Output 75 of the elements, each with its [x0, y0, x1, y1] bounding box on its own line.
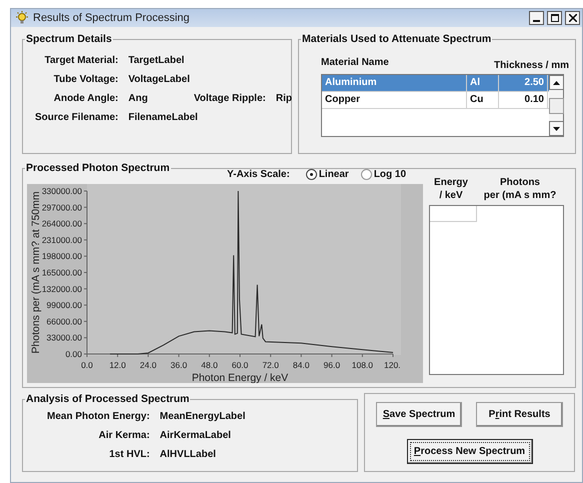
field-value: MeanEnergyLabel — [160, 411, 246, 423]
up-arrow-icon — [553, 80, 560, 84]
scale-label: Y-Axis Scale: — [227, 168, 290, 180]
x-tick-label: 72.0 — [262, 360, 279, 370]
field-label: Tube Voltage: — [52, 74, 118, 86]
scroll-up-button[interactable] — [549, 75, 564, 90]
x-tick-label: 120. — [384, 360, 401, 370]
panel-title: Spectrum Details — [25, 33, 113, 45]
scroll-down-button[interactable] — [549, 121, 564, 136]
y-tick-label: 165000.00 — [42, 268, 82, 278]
table-cell: Copper — [322, 92, 467, 108]
materials-list[interactable]: Aluminium Al 2.50 Copper Cu 0.10 — [321, 74, 564, 137]
x-tick-label: 24.0 — [140, 360, 156, 370]
x-tick-label: 12.0 — [109, 360, 126, 370]
window-title: Results of Spectrum Processing — [33, 12, 191, 24]
field-label: Target Material: — [44, 55, 118, 67]
action-button[interactable]: Print Results — [476, 402, 563, 427]
field-value: VoltageLabel — [128, 74, 190, 86]
y-tick-label: 99000.00 — [46, 300, 82, 310]
table-cell: Al — [467, 75, 499, 91]
table-cell: Cu — [467, 92, 499, 108]
panel-title: Processed Photon Spectrum — [25, 162, 171, 174]
scroll-thumb[interactable] — [549, 98, 564, 114]
x-tick-label: 60.0 — [232, 360, 248, 370]
down-arrow-icon — [553, 126, 560, 130]
action-button[interactable]: Process New Spectrum — [406, 439, 532, 464]
y-tick-label: 33000.00 — [46, 332, 82, 343]
field-value: Ang — [128, 93, 148, 105]
close-icon — [568, 14, 576, 22]
field-value: FilenameLabel — [128, 112, 198, 124]
panel-title: Analysis of Processed Spectrum — [25, 393, 190, 405]
table-cell — [430, 206, 476, 222]
y-tick-label: 231000.00 — [42, 234, 82, 245]
field-label: 1st HVL: — [108, 449, 150, 461]
x-tick-label: 36.0 — [170, 360, 188, 370]
action-button[interactable]: Save Spectrum — [376, 402, 462, 427]
column-header: Material Name — [321, 57, 389, 70]
y-tick-label: 297000.00 — [42, 202, 82, 212]
field-value: TargetLabel — [128, 55, 184, 67]
column-header: Energy / keV — [433, 176, 469, 202]
field-label: Voltage Ripple: — [194, 93, 266, 105]
y-tick-label: 0.00 — [65, 349, 82, 359]
table-cell: Aluminium — [322, 75, 467, 91]
y-tick-label: 330000.00 — [42, 186, 82, 196]
material-row[interactable]: Copper Cu 0.10 — [322, 92, 549, 109]
field-value: Rip — [276, 93, 292, 105]
column-header: Thickness / mm — [494, 60, 569, 71]
table-cell: 2.50 — [499, 75, 548, 91]
field-label: Mean Photon Energy: — [47, 411, 150, 423]
x-tick-label: 0.0 — [81, 360, 93, 370]
field-value: AlHVLLabel — [160, 449, 217, 461]
field-label: Air Kerma: — [98, 430, 150, 442]
minimize-button[interactable] — [529, 11, 544, 25]
lightbulb-icon — [15, 11, 29, 25]
material-row[interactable]: Aluminium Al 2.50 — [322, 75, 549, 92]
field-label: Anode Angle: — [52, 93, 118, 105]
x-tick-label: 108.0 — [352, 360, 374, 370]
spectrum-data-list[interactable] — [428, 205, 564, 375]
field-value: AirKermaLabel — [160, 430, 232, 442]
column-header: Photons per (mA s mm? — [482, 176, 558, 202]
field-label: Source Filename: — [35, 112, 118, 124]
maximize-icon — [550, 14, 558, 22]
x-tick-label: 48.0 — [201, 360, 218, 370]
y-axis-label: Photons per (mA s mm? at 750mm — [30, 191, 42, 354]
y-tick-label: 198000.00 — [42, 251, 82, 262]
y-tick-label: 66000.00 — [46, 316, 82, 326]
x-axis-label: Photon Energy / keV — [192, 372, 288, 383]
y-tick-label: 132000.00 — [42, 284, 82, 294]
x-tick-label: 84.0 — [292, 360, 310, 370]
close-button[interactable] — [565, 11, 580, 25]
maximize-button[interactable] — [547, 11, 562, 25]
x-tick-label: 96.0 — [324, 360, 340, 370]
panel-title: Materials Used to Attenuate Spectrum — [301, 33, 492, 45]
table-cell: 0.10 — [499, 92, 548, 108]
y-tick-label: 264000.00 — [42, 218, 82, 229]
